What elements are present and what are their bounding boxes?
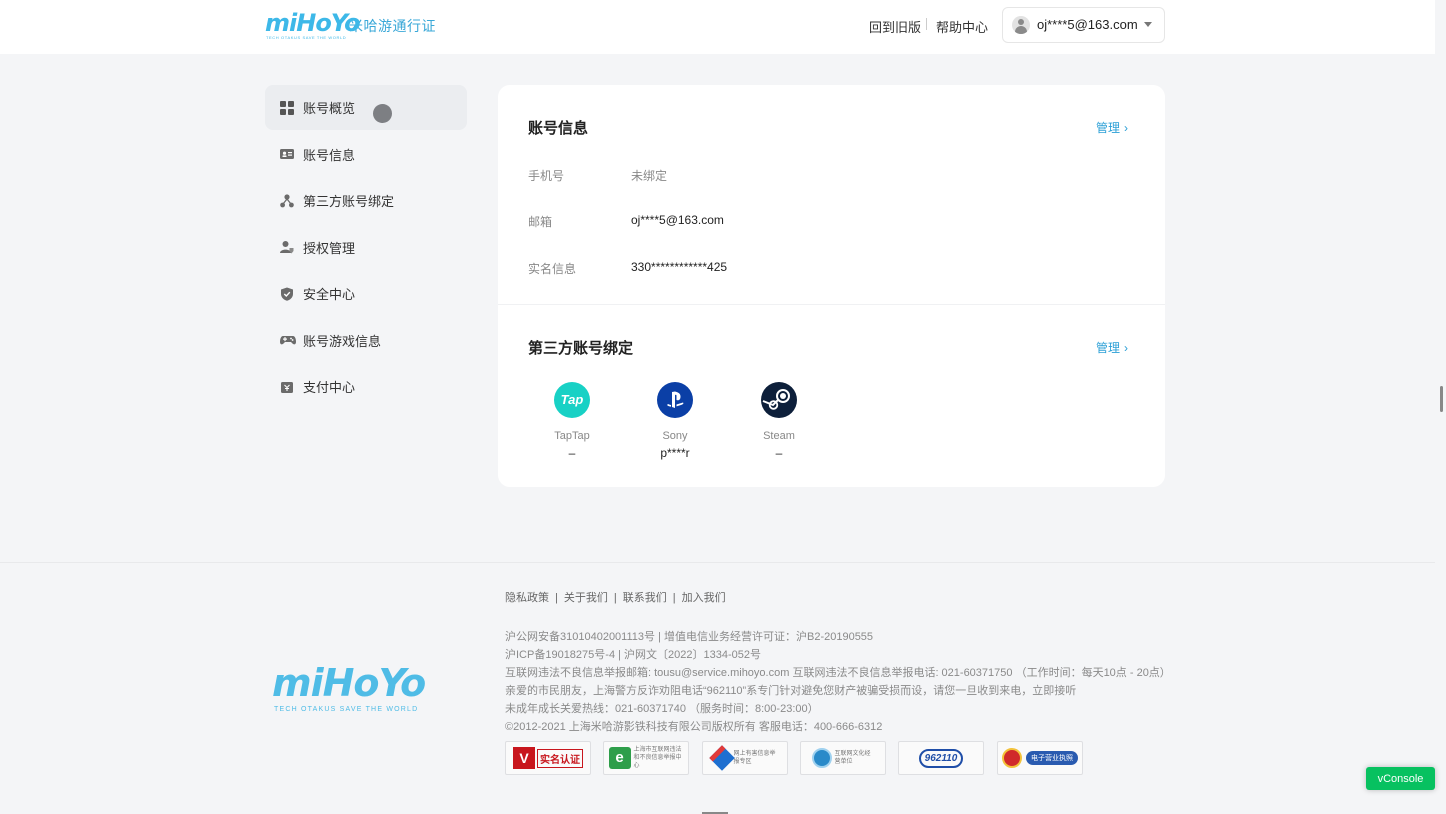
email-label: 邮箱 [528, 215, 553, 229]
share-nodes-icon [280, 193, 294, 208]
badge-label: 实名认证 [537, 748, 583, 768]
footer-license-line: 沪公网安备31010402001113号 | 增值电信业务经营许可证：沪B2-2… [505, 631, 874, 643]
third-party-title: 第三方账号绑定 [528, 340, 634, 357]
footer-icp-line: 沪ICP备19018275号-4 | 沪网文〔2022〕1334-052号 [505, 649, 761, 661]
help-center-link[interactable]: 帮助中心 [936, 17, 988, 36]
divider [926, 18, 927, 30]
v-logo-icon: V [513, 747, 535, 769]
sidebar-item-game-info[interactable]: 账号游戏信息 [265, 318, 467, 363]
third-party-name: Steam [763, 430, 795, 442]
phone-value: 未绑定 [631, 169, 668, 183]
sidebar-item-label: 账号概览 [303, 101, 356, 116]
sidebar-item-account-info[interactable]: 账号信息 [265, 132, 467, 177]
third-party-name: TapTap [554, 430, 590, 442]
footer-copyright-line: ©2012-2021 上海米哈游影铁科技有限公司版权所有 客服电话：400-66… [505, 721, 883, 733]
badge-label: 互联网文化经营单位 [834, 751, 871, 765]
sidebar-item-authorization[interactable]: 授权管理 [265, 225, 467, 270]
sidebar-item-label: 安全中心 [303, 287, 356, 302]
grid-icon [280, 100, 294, 115]
shield-check-icon [280, 287, 294, 301]
sidebar-item-label: 账号信息 [303, 147, 356, 163]
third-party-value: – [568, 446, 576, 460]
top-bar: miHoYo TECH OTAKUS SAVE THE WORLD 米哈游通行证… [0, 0, 1435, 54]
vconsole-button[interactable]: vConsole [1366, 767, 1435, 790]
id-card-icon [280, 147, 294, 161]
old-version-link[interactable]: 回到旧版 [869, 17, 921, 36]
pointer-cursor [373, 104, 392, 123]
footer-logo-tagline: TECH OTAKUS SAVE THE WORLD [274, 706, 419, 713]
steam-icon [761, 382, 797, 418]
chevron-right-icon: › [1124, 121, 1129, 135]
badge-report-center[interactable]: e 上海市互联网违法和不良信息举报中心 [603, 741, 689, 775]
user-shield-icon [280, 240, 294, 254]
logo-wordmark: miHoYo [265, 9, 361, 37]
third-party-steam[interactable]: Steam – [749, 382, 809, 460]
brand-logo[interactable]: miHoYo TECH OTAKUS SAVE THE WORLD 米哈游通行证 [265, 10, 436, 40]
third-party-sony[interactable]: Sony p****r [645, 382, 705, 460]
user-menu-dropdown[interactable]: oj****5@163.com [1002, 7, 1165, 43]
footer-logo-wordmark: miHoYo [272, 661, 426, 705]
badge-962110[interactable]: 962110 [898, 741, 984, 775]
badge-label: 962110 [918, 748, 964, 768]
phone-label: 手机号 [528, 169, 565, 183]
mihoyo-logo: miHoYo TECH OTAKUS SAVE THE WORLD [265, 9, 361, 40]
sidebar-item-label: 账号游戏信息 [303, 333, 382, 349]
email-value: oj****5@163.com [631, 213, 724, 227]
footer-minor-line: 未成年成长关爱热线：021-60371740 （服务时间：8:00-23:00） [505, 703, 819, 715]
sidebar-item-payment-center[interactable]: 支付中心 [265, 364, 467, 409]
diamond-arrow-icon [708, 745, 735, 771]
sidebar-item-account-overview[interactable]: 账号概览 [265, 85, 467, 130]
badge-business-license[interactable]: 电子营业执照 [997, 741, 1083, 775]
badge-label: 网上有害信息举报专区 [733, 751, 776, 765]
third-party-taptap[interactable]: Tap TapTap – [542, 382, 602, 460]
manage-label: 管理 [1096, 341, 1121, 355]
playstation-icon [657, 382, 693, 418]
badge-real-name-verify[interactable]: V 实名认证 [505, 741, 591, 775]
taptap-icon: Tap [554, 382, 590, 418]
footer-links: 隐私政策 | 关于我们 | 联系我们 | 加入我们 [505, 592, 726, 604]
section-divider [498, 304, 1165, 305]
user-email: oj****5@163.com [1037, 17, 1138, 32]
account-overview-card: 账号信息 管理 › 手机号 未绑定 邮箱 oj****5@163.com 实名信息… [498, 85, 1165, 487]
badge-culture-unit[interactable]: 互联网文化经营单位 [800, 741, 886, 775]
third-party-manage-link[interactable]: 管理 › [1096, 339, 1128, 356]
sidebar-nav: 账号概览 账号信息 第三方账号绑定 授权管理 安全中心 账号游戏信息 支付中心 [265, 85, 467, 411]
chevron-down-icon [1144, 22, 1152, 27]
sidebar-item-security-center[interactable]: 安全中心 [265, 271, 467, 316]
about-us-link[interactable]: 关于我们 [564, 592, 608, 604]
footer-report-line: 互联网违法不良信息举报邮箱: tousu@service.mihoyo.com … [505, 667, 1171, 679]
join-us-link[interactable]: 加入我们 [682, 592, 726, 604]
national-emblem-icon [1002, 748, 1022, 768]
manage-label: 管理 [1096, 121, 1121, 135]
account-info-manage-link[interactable]: 管理 › [1096, 119, 1128, 136]
sidebar-item-label: 第三方账号绑定 [303, 194, 395, 209]
gamepad-icon [280, 333, 296, 347]
avatar [1012, 16, 1030, 34]
privacy-policy-link[interactable]: 隐私政策 [505, 592, 549, 604]
badge-label: 上海市互联网违法和不良信息举报中心 [633, 747, 682, 769]
app-title: 米哈游通行证 [349, 18, 436, 34]
chevron-right-icon: › [1124, 341, 1129, 355]
third-party-value: p****r [660, 446, 690, 460]
envelope-e-icon: e [608, 747, 631, 769]
sidebar-item-third-party-binding[interactable]: 第三方账号绑定 [265, 178, 467, 223]
third-party-value: – [775, 446, 783, 460]
contact-us-link[interactable]: 联系我们 [623, 592, 667, 604]
real-name-label: 实名信息 [528, 262, 577, 276]
third-party-name: Sony [662, 430, 688, 442]
culture-seal-icon [811, 748, 832, 768]
footer: miHoYo TECH OTAKUS SAVE THE WORLD 隐私政策 | 关… [0, 562, 1435, 814]
scrollbar-thumb[interactable] [1440, 386, 1443, 412]
badge-harmful-info[interactable]: 网上有害信息举报专区 [702, 741, 788, 775]
logo-tagline: TECH OTAKUS SAVE THE WORLD [266, 35, 347, 40]
account-info-title: 账号信息 [528, 120, 589, 137]
sidebar-item-label: 授权管理 [303, 240, 356, 256]
taptap-logo-text: Tap [560, 392, 584, 407]
footer-mihoyo-logo: miHoYo TECH OTAKUS SAVE THE WORLD [272, 661, 426, 722]
badge-label: 电子营业执照 [1026, 751, 1078, 765]
wallet-icon [280, 380, 294, 394]
footer-police-line: 亲爱的市民朋友，上海警方反诈劝阻电话“962110”系专门针对避免您财产被骗受损… [505, 685, 1077, 697]
sidebar-item-label: 支付中心 [303, 380, 356, 395]
real-name-value: 330************425 [631, 260, 728, 274]
